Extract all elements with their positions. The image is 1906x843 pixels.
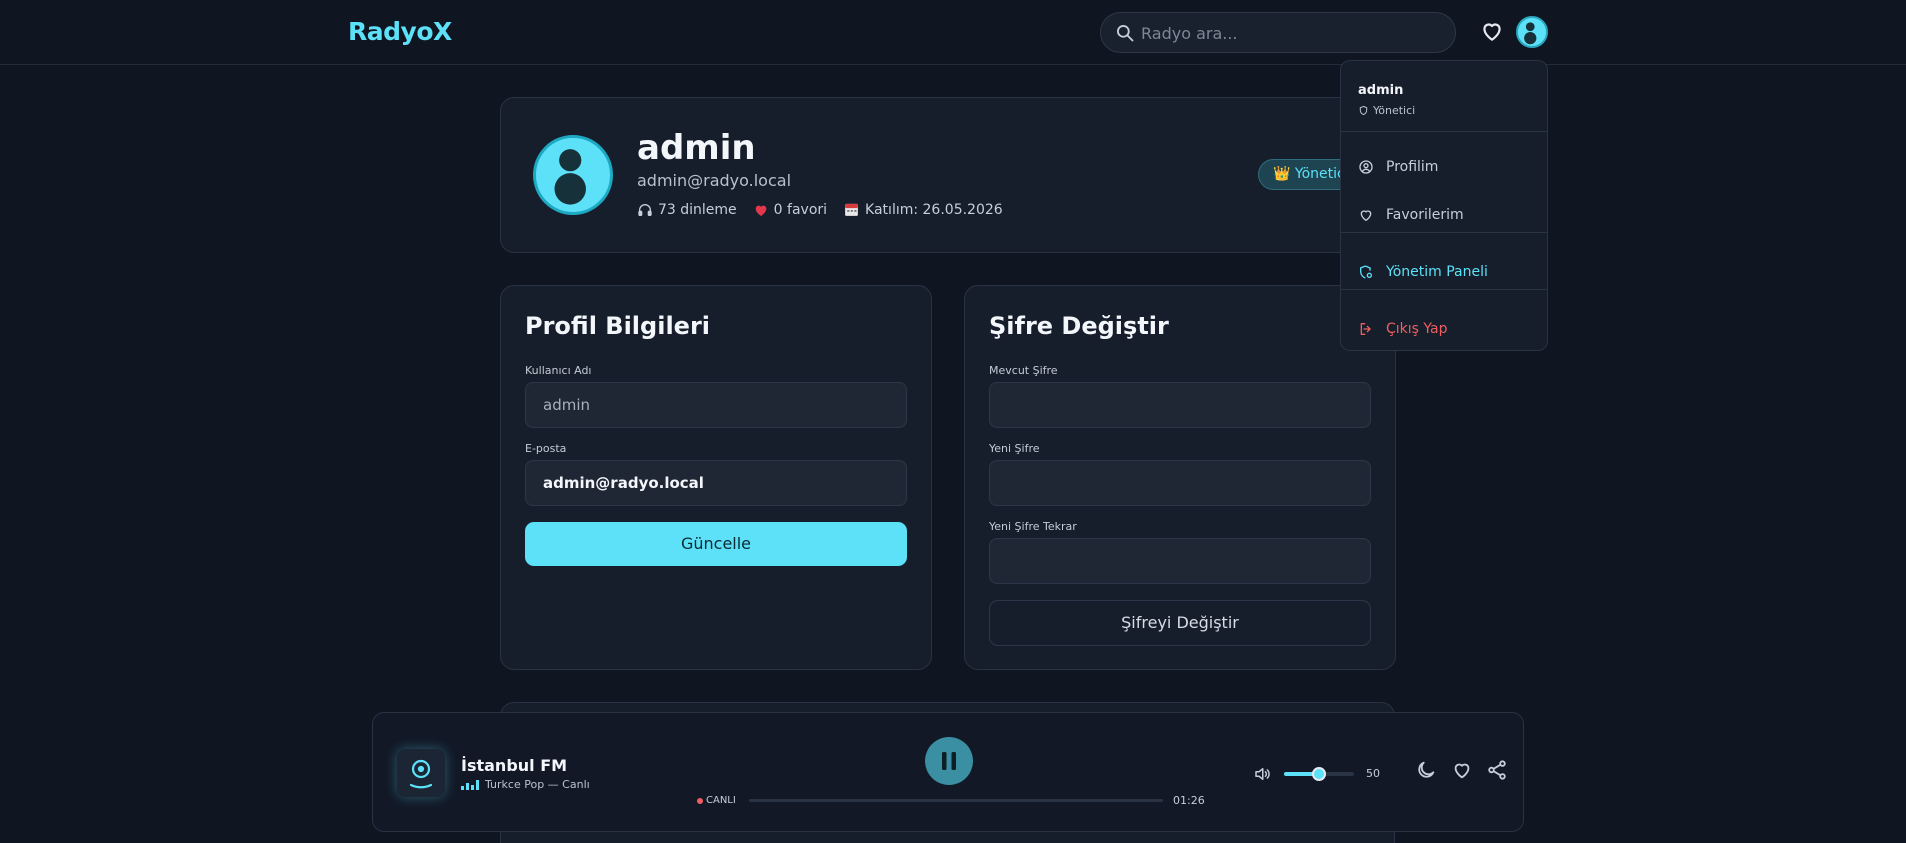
menu-item-profile-label: Profilim [1386, 159, 1439, 175]
confirm-password-label: Yeni Şifre Tekrar [989, 520, 1077, 533]
live-label: CANLI [706, 795, 736, 806]
confirm-password-field[interactable] [989, 538, 1371, 584]
new-password-label: Yeni Şifre [989, 442, 1040, 455]
user-avatar-button[interactable] [1516, 16, 1548, 48]
favorites-count: 0 favori [773, 201, 828, 218]
search-icon [1117, 25, 1134, 42]
shield-icon [1359, 105, 1368, 116]
menu-username: admin [1358, 83, 1404, 98]
menu-role: Yönetici [1358, 104, 1415, 117]
search-input[interactable]: Radyo ara... [1141, 24, 1238, 43]
heart-icon [1360, 210, 1372, 221]
update-button[interactable]: Güncelle [525, 522, 907, 566]
menu-item-profile[interactable]: Profilim [1358, 157, 1438, 177]
listens-count: 73 dinleme [658, 201, 737, 218]
shield-settings-icon [1360, 265, 1372, 279]
volume-icon[interactable] [1253, 765, 1271, 783]
menu-item-logout-label: Çıkış Yap [1386, 321, 1448, 337]
live-indicator: CANLI [697, 795, 736, 806]
logout-icon [1360, 323, 1371, 335]
email-field[interactable]: admin@radyo.local [525, 460, 907, 506]
username-label: Kullanıcı Adı [525, 364, 592, 377]
menu-divider [1341, 289, 1547, 290]
change-password-card: Şifre Değiştir Mevcut Şifre Yeni Şifre Y… [964, 285, 1396, 670]
menu-item-logout[interactable]: Çıkış Yap [1358, 319, 1448, 339]
user-circle-icon [1359, 160, 1373, 174]
progress-track[interactable] [749, 799, 1163, 802]
favorites-stat: 0 favori [753, 201, 827, 218]
favorite-heart-icon[interactable] [1451, 759, 1473, 781]
menu-item-admin-panel[interactable]: Yönetim Paneli [1358, 262, 1488, 282]
menu-divider [1341, 131, 1547, 132]
menu-item-favorites[interactable]: Favorilerim [1358, 205, 1464, 225]
joined-date: Katılım: 26.05.2026 [865, 201, 1003, 218]
volume-value: 50 [1366, 767, 1380, 780]
avatar-icon [1524, 22, 1537, 45]
calendar-icon [845, 203, 858, 216]
profile-email: admin@radyo.local [637, 171, 792, 190]
username-field[interactable]: admin [525, 382, 907, 428]
top-bar: RadyoX Radyo ara... [0, 0, 1906, 65]
menu-divider [1341, 232, 1547, 233]
current-password-field[interactable] [989, 382, 1371, 428]
search-box[interactable]: Radyo ara... [1100, 12, 1456, 53]
equalizer-icon [461, 779, 479, 790]
menu-item-admin-panel-label: Yönetim Paneli [1386, 264, 1488, 280]
profile-info-title: Profil Bilgileri [525, 312, 711, 340]
elapsed-time: 01:26 [1173, 794, 1205, 807]
pause-button[interactable] [925, 737, 973, 785]
station-subtitle: Turkce Pop — Canlı [485, 778, 590, 791]
profile-info-card: Profil Bilgileri Kullanıcı Adı admin E-p… [500, 285, 932, 670]
red-heart-icon [755, 205, 767, 216]
sleep-timer-moon-icon[interactable] [1415, 759, 1437, 781]
listens-stat: 73 dinleme [637, 201, 737, 218]
menu-item-favorites-label: Favorilerim [1386, 207, 1464, 223]
favorites-heart-icon[interactable] [1479, 18, 1505, 44]
profile-summary-card: admin admin@radyo.local 73 dinleme 0 fav… [500, 97, 1395, 253]
station-subtitle-row: Turkce Pop — Canlı [461, 778, 590, 791]
live-dot-icon [697, 797, 703, 804]
change-password-title: Şifre Değiştir [989, 312, 1169, 340]
profile-stats: 73 dinleme 0 favori Katılım: 26.05.2026 [637, 201, 1003, 218]
new-password-field[interactable] [989, 460, 1371, 506]
radio-station-icon [409, 759, 433, 789]
logo[interactable]: RadyoX [348, 17, 452, 46]
email-label: E-posta [525, 442, 567, 455]
headphones-icon [638, 203, 652, 216]
share-icon[interactable] [1486, 759, 1508, 781]
station-artwork [397, 749, 445, 797]
change-password-button[interactable]: Şifreyi Değiştir [989, 600, 1371, 646]
station-name: İstanbul FM [461, 756, 568, 775]
profile-username: admin [637, 128, 756, 168]
volume-knob[interactable] [1312, 767, 1326, 781]
avatar-icon [554, 149, 586, 205]
user-dropdown-menu: admin Yönetici Profilim Favorilerim Yöne… [1340, 60, 1548, 351]
joined-stat: Katılım: 26.05.2026 [843, 201, 1003, 218]
volume-slider[interactable] [1284, 767, 1354, 781]
audio-player: İstanbul FM Turkce Pop — Canlı CANLI 01:… [372, 712, 1524, 832]
profile-avatar [533, 135, 613, 215]
current-password-label: Mevcut Şifre [989, 364, 1058, 377]
pause-icon [942, 752, 956, 770]
menu-role-label: Yönetici [1373, 104, 1416, 117]
